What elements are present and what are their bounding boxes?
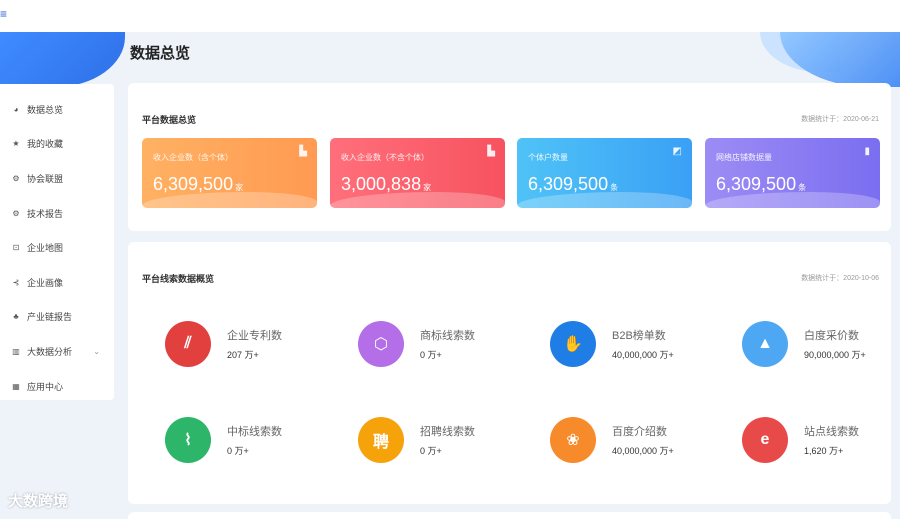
lines-title: 平台线索数据概览 bbox=[142, 274, 215, 284]
decorative-blob-left bbox=[0, 32, 125, 87]
top-bar: ≡ bbox=[0, 0, 900, 32]
sidebar-item-label: 产业链报告 bbox=[27, 312, 73, 323]
metric-value: 0 万+ bbox=[420, 350, 442, 360]
sidebar-item-alliance[interactable]: ⚙ 协会联盟 bbox=[0, 161, 114, 196]
map-icon: ⊡ bbox=[12, 243, 20, 253]
bar-chart-icon: ▥ bbox=[12, 346, 20, 356]
sidebar-item-enterprise-profile[interactable]: ⊰ 企业画像 bbox=[0, 265, 114, 300]
gear-icon: ⚙ bbox=[12, 173, 20, 183]
sidebar-item-tech-report[interactable]: ⚙ 技术报告 bbox=[0, 196, 114, 231]
monitor-chart-icon: ⌇ bbox=[165, 417, 211, 463]
overview-panel: 平台数据总览 数据统计于：2020-06-21 收入企业数（含个体） ▙ 6,3… bbox=[128, 83, 891, 231]
sidebar-item-big-data[interactable]: ▥ 大数据分析 ⌄ bbox=[0, 334, 114, 369]
sidebar-item-label: 数据总览 bbox=[27, 104, 64, 115]
sidebar: ◕ 数据总览 ★ 我的收藏 ⚙ 协会联盟 ⚙ 技术报告 ⊡ 企业地图 ⊰ 企业画… bbox=[0, 84, 114, 400]
trend-chart-icon: ▲ bbox=[742, 321, 788, 367]
org-chart-icon: ♣ bbox=[13, 312, 19, 322]
card-label: 个体户数量 bbox=[528, 153, 568, 162]
browser-icon: e bbox=[742, 417, 788, 463]
send-icon: ⊰ bbox=[12, 277, 20, 287]
building-icon: ▙ bbox=[487, 146, 495, 157]
metric-value: 40,000,000 万+ bbox=[612, 350, 674, 360]
star-icon: ★ bbox=[12, 139, 20, 149]
card-label: 收入企业数（不含个体） bbox=[341, 153, 429, 162]
metric-value: 40,000,000 万+ bbox=[612, 446, 674, 456]
bar-chart-icon: ▮ bbox=[864, 146, 870, 157]
metric-sites[interactable]: e 站点线索数 1,620 万+ bbox=[742, 417, 900, 467]
recruit-icon: 聘 bbox=[358, 417, 404, 463]
metric-bids[interactable]: ⌇ 中标线索数 0 万+ bbox=[165, 417, 335, 467]
metric-label: 站点线索数 bbox=[804, 426, 859, 438]
settings-icon: ⚙ bbox=[12, 208, 20, 218]
sidebar-item-overview[interactable]: ◕ 数据总览 bbox=[0, 92, 114, 127]
metric-value: 207 万+ bbox=[227, 350, 259, 360]
overview-title: 平台数据总览 bbox=[142, 115, 197, 125]
metric-label: 百度介绍数 bbox=[612, 426, 667, 438]
building-icon: ▙ bbox=[299, 146, 307, 157]
metric-label: 招聘线索数 bbox=[420, 426, 475, 438]
stat-card-online-stores[interactable]: 网络店铺数据量 ▮ 6,309,500 条 bbox=[705, 138, 880, 208]
metric-trademarks[interactable]: ⬡ 商标线索数 0 万+ bbox=[358, 321, 528, 371]
patent-icon: ⫽ bbox=[165, 321, 211, 367]
sidebar-item-favorites[interactable]: ★ 我的收藏 bbox=[0, 127, 114, 162]
sidebar-item-label: 应用中心 bbox=[27, 381, 64, 392]
metric-prices[interactable]: ▲ 白度采价数 90,000,000 万+ bbox=[742, 321, 900, 371]
sidebar-item-label: 企业画像 bbox=[27, 277, 64, 288]
chevron-down-icon[interactable]: ⌄ bbox=[93, 347, 100, 356]
stat-card-enterprises-excl[interactable]: 收入企业数（不含个体） ▙ 3,000,838 家 bbox=[330, 138, 505, 208]
metric-label: 白度采价数 bbox=[804, 330, 859, 342]
card-label: 网络店铺数据量 bbox=[716, 153, 772, 162]
sidebar-item-enterprise-map[interactable]: ⊡ 企业地图 bbox=[0, 230, 114, 265]
metric-label: 企业专利数 bbox=[227, 330, 282, 342]
sidebar-item-industry-chain[interactable]: ♣ 产业链报告 bbox=[0, 300, 114, 335]
sidebar-item-label: 大数据分析 bbox=[27, 346, 73, 357]
metric-recruit[interactable]: 聘 招聘线索数 0 万+ bbox=[358, 417, 528, 467]
handshake-icon: ✋ bbox=[550, 321, 596, 367]
watermark: 大数跨境 bbox=[8, 493, 69, 510]
trademark-icon: ⬡ bbox=[358, 321, 404, 367]
pie-chart-icon: ◕ bbox=[13, 104, 19, 114]
metric-patents[interactable]: ⫽ 企业专利数 207 万+ bbox=[165, 321, 335, 371]
metric-value: 0 万+ bbox=[420, 446, 442, 456]
stat-card-enterprises-incl[interactable]: 收入企业数（含个体） ▙ 6,309,500 家 bbox=[142, 138, 317, 208]
card-value: 6,309,500 家 bbox=[153, 174, 244, 194]
metric-b2b[interactable]: ✋ B2B榜单数 40,000,000 万+ bbox=[550, 321, 720, 371]
lower-panel bbox=[128, 512, 891, 519]
metric-value: 90,000,000 万+ bbox=[804, 350, 866, 360]
metric-value: 0 万+ bbox=[227, 446, 249, 456]
card-value: 3,000,838 家 bbox=[341, 174, 432, 194]
sidebar-item-label: 企业地图 bbox=[27, 243, 64, 254]
lines-date: 数据统计于：2020-10-06 bbox=[801, 275, 879, 282]
metric-label: 商标线索数 bbox=[420, 330, 475, 342]
menu-icon[interactable]: ≡ bbox=[0, 8, 7, 20]
stat-card-individual[interactable]: 个体户数量 ◩ 6,309,500 条 bbox=[517, 138, 692, 208]
image-icon: ◩ bbox=[672, 146, 682, 157]
card-label: 收入企业数（含个体） bbox=[153, 153, 233, 162]
metric-label: 中标线索数 bbox=[227, 426, 282, 438]
paw-icon: ❀ bbox=[550, 417, 596, 463]
page-title: 数据总览 bbox=[130, 45, 191, 62]
grid-icon: ▦ bbox=[12, 381, 20, 391]
metric-label: B2B榜单数 bbox=[612, 330, 666, 342]
lines-panel: 平台线索数据概览 数据统计于：2020-10-06 ⫽ 企业专利数 207 万+… bbox=[128, 242, 891, 504]
overview-date: 数据统计于：2020-06-21 bbox=[801, 116, 879, 123]
metric-value: 1,620 万+ bbox=[804, 446, 844, 456]
card-value: 6,309,500 条 bbox=[528, 174, 619, 194]
metric-baidu[interactable]: ❀ 百度介绍数 40,000,000 万+ bbox=[550, 417, 720, 467]
card-value: 6,309,500 条 bbox=[716, 174, 807, 194]
sidebar-item-app-center[interactable]: ▦ 应用中心 bbox=[0, 369, 114, 404]
sidebar-item-label: 我的收藏 bbox=[27, 139, 64, 150]
decorative-blob-right bbox=[780, 32, 900, 87]
sidebar-item-label: 技术报告 bbox=[27, 208, 64, 219]
sidebar-item-label: 协会联盟 bbox=[27, 173, 64, 184]
